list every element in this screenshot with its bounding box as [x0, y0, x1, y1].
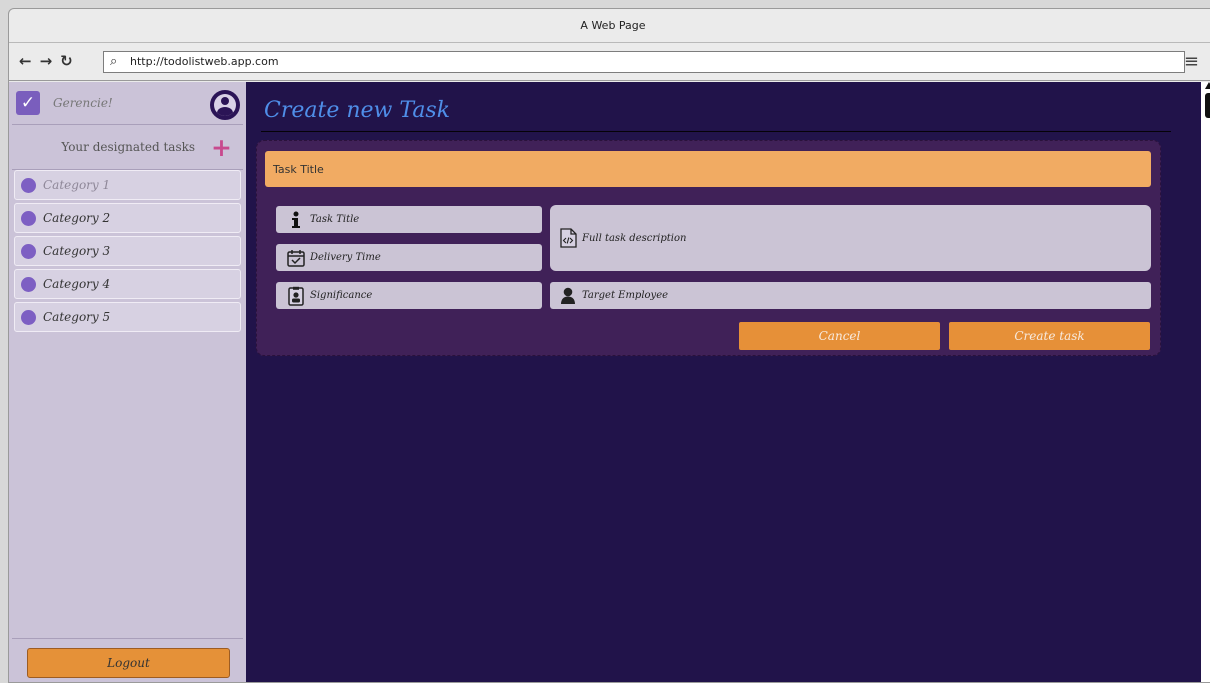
description-field[interactable]: Full task description: [550, 205, 1151, 271]
designated-tasks-header: Your designated tasks +: [9, 125, 246, 169]
add-plus-icon[interactable]: +: [211, 135, 232, 160]
badge-icon: [286, 286, 306, 306]
task-title-input[interactable]: Task Title: [265, 151, 1151, 187]
target-employee-label: Target Employee: [582, 290, 669, 301]
logout-button[interactable]: Logout: [27, 648, 230, 678]
forward-icon[interactable]: →: [40, 54, 53, 69]
category-label: Category 4: [43, 277, 111, 291]
window-title: A Web Page: [9, 9, 1210, 43]
category-dot-icon: [21, 177, 36, 193]
reload-icon[interactable]: ↻: [60, 54, 73, 69]
sidebar-header: ✓ Gerencie!: [9, 82, 246, 124]
description-label: Full task description: [582, 232, 687, 244]
task-title-field[interactable]: Task Title: [276, 206, 542, 233]
search-icon: ⌕: [110, 54, 118, 69]
url-text: http://todolistweb.app.com: [130, 55, 279, 68]
browser-toolbar: ← → ↻ ⌕ http://todolistweb.app.com ≡: [9, 43, 1210, 81]
category-dot-icon: [21, 210, 36, 226]
category-list: Category 1 Category 2 Category 3 Categor…: [9, 170, 246, 332]
category-label: Category 2: [43, 211, 111, 225]
browser-window: A Web Page ← → ↻ ⌕ http://todolistweb.ap…: [8, 8, 1210, 683]
vertical-scrollbar[interactable]: [1201, 82, 1210, 682]
target-employee-field[interactable]: Target Employee: [550, 282, 1151, 309]
significance-label: Significance: [310, 290, 373, 301]
sidebar: ✓ Gerencie! Your designated tasks + Cate…: [9, 82, 246, 682]
nav-buttons: ← → ↻: [19, 54, 105, 69]
category-dot-icon: [21, 309, 36, 325]
task-title-field-label: Task Title: [310, 214, 360, 225]
back-icon[interactable]: ←: [19, 54, 32, 69]
category-item-1[interactable]: Category 1: [14, 170, 241, 200]
category-item-5[interactable]: Category 5: [14, 302, 241, 332]
main-panel: Create new Task Task Title Task Title De…: [246, 82, 1210, 682]
category-item-3[interactable]: Category 3: [14, 236, 241, 266]
category-label: Category 5: [43, 310, 111, 324]
user-avatar-icon[interactable]: [210, 90, 240, 120]
user-icon: [558, 286, 578, 306]
sidebar-bottom-divider: [12, 638, 243, 639]
category-item-4[interactable]: Category 4: [14, 269, 241, 299]
calendar-check-icon: [286, 248, 306, 268]
page-title: Create new Task: [264, 98, 451, 123]
info-icon: [286, 210, 306, 230]
page-content: ✓ Gerencie! Your designated tasks + Cate…: [9, 82, 1210, 682]
checkbox-logo-icon: ✓: [16, 91, 40, 115]
delivery-time-label: Delivery Time: [310, 252, 381, 263]
scroll-up-arrow-icon[interactable]: [1205, 82, 1210, 89]
category-item-2[interactable]: Category 2: [14, 203, 241, 233]
category-label: Category 1: [43, 178, 111, 192]
designated-tasks-label: Your designated tasks: [61, 140, 196, 154]
title-underline: [261, 131, 1171, 132]
significance-field[interactable]: Significance: [276, 282, 542, 309]
create-task-button[interactable]: Create task: [949, 322, 1150, 350]
category-dot-icon: [21, 276, 36, 292]
category-dot-icon: [21, 243, 36, 259]
brand-name: Gerencie!: [53, 96, 113, 110]
cancel-button[interactable]: Cancel: [739, 322, 940, 350]
address-bar[interactable]: ⌕ http://todolistweb.app.com: [103, 50, 1185, 73]
category-label: Category 3: [43, 244, 111, 258]
hamburger-menu-icon[interactable]: ≡: [1184, 51, 1199, 72]
create-task-form: Task Title Task Title Delivery Time Sign…: [256, 140, 1161, 356]
code-file-icon: [558, 228, 578, 248]
delivery-time-field[interactable]: Delivery Time: [276, 244, 542, 271]
scroll-thumb[interactable]: [1205, 93, 1210, 118]
